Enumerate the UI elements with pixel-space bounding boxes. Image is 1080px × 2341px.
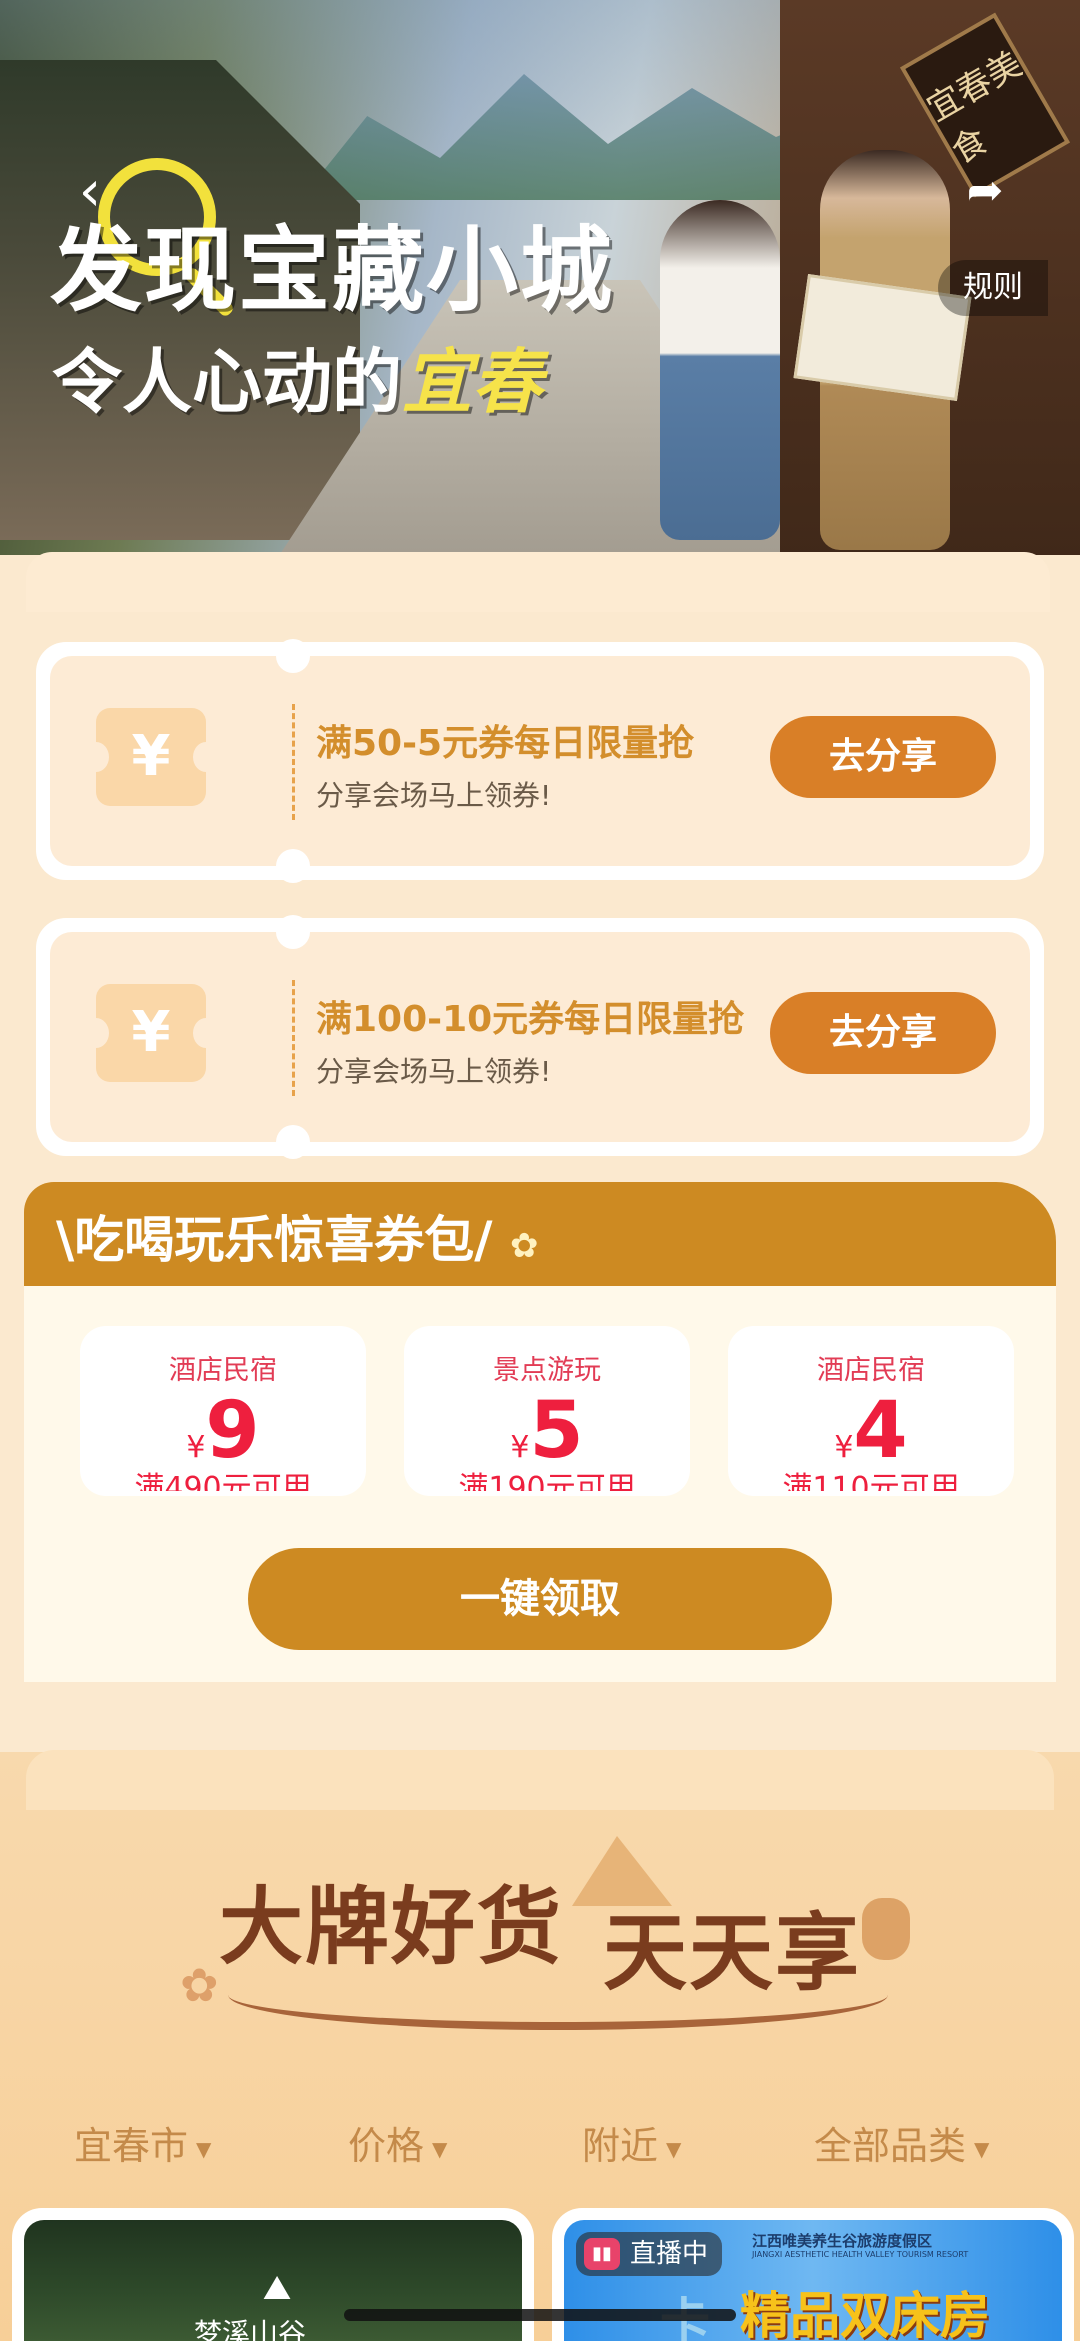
filter-bar: 宜春市 ▼ 价格 ▼ 附近 ▼ 全部品类 ▼ <box>0 2116 1080 2176</box>
filter-price-label: 价格 <box>348 2124 425 2168</box>
product-logo-text: 梦溪山谷 <box>194 2317 307 2341</box>
voucher-amount: 4 <box>853 1386 908 1476</box>
promo-title: 精品双床房 <box>740 2287 990 2341</box>
coupon-notch <box>276 1125 310 1159</box>
live-bars-icon: ▮▮ <box>584 2238 620 2270</box>
coupon-notch <box>276 915 310 949</box>
collect-all-button[interactable]: 一键领取 <box>248 1548 832 1650</box>
coupon-panel-tab <box>26 552 1050 612</box>
voucher-amount: 9 <box>205 1386 260 1476</box>
voucher-pack-title: \吃喝玩乐惊喜券包/ ✿ <box>56 1200 538 1272</box>
brand-section-tab <box>26 1750 1054 1810</box>
filter-category-label: 全部品类 <box>814 2124 967 2168</box>
product-card[interactable]: ▮▮ 直播中 江西唯美养生谷旅游度假区 JIANGXI AESTHETIC HEA… <box>552 2208 1074 2341</box>
brand-title-part2: 天天享 <box>603 1903 862 2002</box>
hero-subtitle: 令人心动的宜春 <box>52 326 542 427</box>
voucher-category: 景点游玩 <box>493 1355 601 1386</box>
hero-subtitle-city: 宜春 <box>402 341 542 423</box>
mountain-logo-icon: ⛰ <box>262 2268 292 2308</box>
voucher-item[interactable]: 酒店民宿 ¥4 满110元可用 <box>728 1326 1014 1496</box>
coupon-title: 满100-10元券每日限量抢 <box>316 999 745 1040</box>
home-indicator[interactable] <box>344 2309 736 2321</box>
coupon-card-inner: ¥ 满100-10元券每日限量抢 分享会场马上领券! 去分享 <box>50 915 1030 1159</box>
go-share-button[interactable]: 去分享 <box>770 716 996 798</box>
coupon-card-2: ¥ 满100-10元券每日限量抢 分享会场马上领券! 去分享 <box>36 915 1044 1159</box>
voucher-category: 酒店民宿 <box>817 1355 925 1386</box>
caret-down-icon: ▼ <box>666 2136 682 2161</box>
product-image: ⛰ 梦溪山谷 <box>24 2220 522 2341</box>
rules-button[interactable]: 规则 <box>938 260 1048 316</box>
voucher-item[interactable]: 景点游玩 ¥5 满190元可用 <box>404 1326 690 1496</box>
filter-price[interactable]: 价格 ▼ <box>348 2116 447 2179</box>
resort-name-en: JIANGXI AESTHETIC HEALTH VALLEY TOURISM … <box>752 2250 969 2259</box>
coupon-divider <box>292 980 295 1096</box>
voucher-pack-header: \吃喝玩乐惊喜券包/ ✿ <box>24 1182 1056 1286</box>
ticket-yen-icon: ¥ <box>83 984 219 1082</box>
voucher-price: ¥5 <box>404 1389 690 1473</box>
voucher-condition: 满110元可用 <box>782 1471 960 1491</box>
voucher-currency: ¥ <box>186 1430 206 1465</box>
coupon-notch <box>276 849 310 883</box>
caret-down-icon: ▼ <box>432 2136 448 2161</box>
coupon-card-1: ¥ 满50-5元券每日限量抢 分享会场马上领券! 去分享 <box>36 639 1044 883</box>
live-label: 直播中 <box>630 2239 709 2269</box>
voucher-amount: 5 <box>529 1386 584 1476</box>
hero-person-woman <box>660 200 780 540</box>
voucher-pack: \吃喝玩乐惊喜券包/ ✿ 酒店民宿 ¥9 满490元可用 景点游玩 ¥5 满19… <box>24 1182 1056 1682</box>
brand-title-part1: 大牌好货 <box>218 1877 563 1976</box>
hero-title: 发现宝藏小城 <box>50 217 615 324</box>
resort-name: 江西唯美养生谷旅游度假区 <box>752 2232 933 2250</box>
hero-subtitle-prefix: 令人心动的 <box>52 341 402 423</box>
share-arrow-icon[interactable]: ➦ <box>960 166 1010 216</box>
voucher-currency: ¥ <box>834 1430 854 1465</box>
coupon-notch <box>276 639 310 673</box>
ticket-yen-icon: ¥ <box>83 708 219 806</box>
caret-down-icon: ▼ <box>196 2136 212 2161</box>
voucher-item[interactable]: 酒店民宿 ¥9 满490元可用 <box>80 1326 366 1496</box>
coupon-divider <box>292 704 295 820</box>
caret-down-icon: ▼ <box>974 2136 990 2161</box>
voucher-price: ¥9 <box>80 1389 366 1473</box>
product-card[interactable]: ⛰ 梦溪山谷 <box>12 2208 534 2341</box>
filter-city-label: 宜春市 <box>74 2124 189 2168</box>
back-chevron-icon[interactable]: ‹ <box>70 162 110 222</box>
voucher-currency: ¥ <box>510 1430 530 1465</box>
coupon-title: 满50-5元券每日限量抢 <box>316 723 695 764</box>
coupon-desc: 分享会场马上领券! <box>316 779 552 812</box>
voucher-price: ¥4 <box>728 1389 1014 1473</box>
filter-nearby[interactable]: 附近 ▼ <box>582 2116 681 2179</box>
voucher-condition: 满490元可用 <box>134 1471 312 1491</box>
go-share-button[interactable]: 去分享 <box>770 992 996 1074</box>
brand-title: 大牌好货 天天享 <box>0 1860 1080 2002</box>
hero-mountains <box>300 74 860 200</box>
voucher-pack-title-text: \吃喝玩乐惊喜券包/ <box>56 1211 493 1269</box>
filter-city[interactable]: 宜春市 ▼ <box>74 2116 211 2179</box>
coupon-desc: 分享会场马上领券! <box>316 1055 552 1088</box>
voucher-condition: 满190元可用 <box>458 1471 636 1491</box>
flower-icon: ✿ <box>509 1226 539 1266</box>
product-image: ▮▮ 直播中 江西唯美养生谷旅游度假区 JIANGXI AESTHETIC HEA… <box>564 2220 1062 2341</box>
coupon-card-inner: ¥ 满50-5元券每日限量抢 分享会场马上领券! 去分享 <box>50 639 1030 883</box>
voucher-category: 酒店民宿 <box>169 1355 277 1386</box>
live-badge: ▮▮ 直播中 <box>576 2232 723 2276</box>
filter-category[interactable]: 全部品类 ▼ <box>814 2116 989 2179</box>
filter-nearby-label: 附近 <box>582 2124 659 2168</box>
